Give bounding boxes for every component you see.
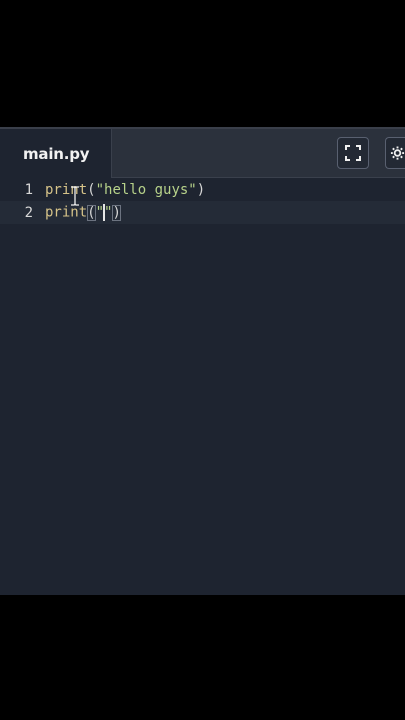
line-number: 2 bbox=[24, 204, 33, 221]
line-number: 1 bbox=[24, 181, 33, 198]
settings-button[interactable] bbox=[385, 137, 405, 169]
code-line-active[interactable]: 2 print("") bbox=[0, 201, 405, 224]
tab-bar: main.py bbox=[0, 129, 405, 178]
line-code[interactable]: print("") bbox=[45, 204, 121, 221]
paren-close: ) bbox=[112, 204, 121, 221]
code-area[interactable]: 1 print("hello guys") 2 print("") bbox=[0, 177, 405, 595]
tab-label: main.py bbox=[23, 144, 90, 163]
function-token: print bbox=[45, 204, 88, 221]
code-line[interactable]: 1 print("hello guys") bbox=[0, 178, 405, 201]
fullscreen-button[interactable] bbox=[337, 137, 369, 169]
text-cursor-icon bbox=[71, 186, 79, 206]
string-token: "hello guys" bbox=[95, 181, 197, 198]
editor-actions bbox=[337, 129, 405, 177]
paren-close: ) bbox=[196, 181, 206, 198]
settings-icon bbox=[390, 146, 405, 160]
code-editor: main.py 1 print("hello guys") 2 print(""… bbox=[0, 127, 405, 595]
paren-open: ( bbox=[87, 181, 96, 198]
function-token: print bbox=[45, 181, 88, 198]
paren-open: ( bbox=[87, 204, 96, 221]
tab-main-py[interactable]: main.py bbox=[0, 129, 112, 178]
fullscreen-icon bbox=[345, 145, 361, 161]
